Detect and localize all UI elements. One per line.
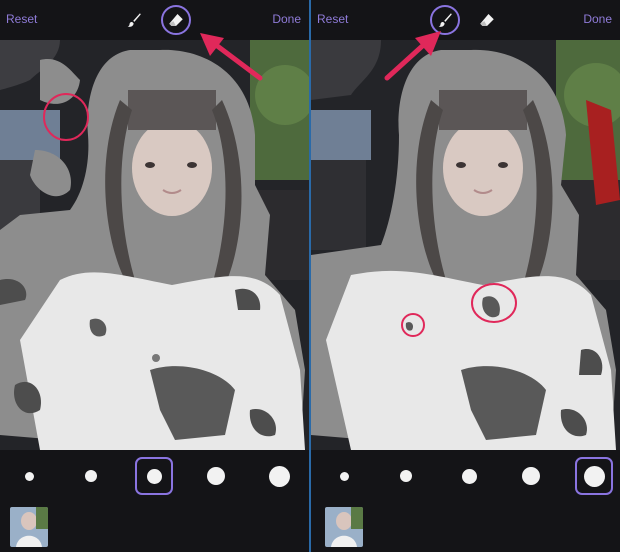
brush-icon [127, 13, 141, 27]
brush-size-option[interactable] [260, 457, 298, 495]
brush-tool-button[interactable] [119, 5, 149, 35]
brush-icon [438, 13, 452, 27]
size-1-dot [339, 471, 349, 481]
masked-photo [311, 40, 620, 450]
pointer-arrow [384, 31, 441, 81]
size-4-dot [522, 467, 540, 485]
brush-size-option-selected[interactable] [575, 457, 613, 495]
size-3-dot [146, 468, 162, 484]
reset-button[interactable]: Reset [6, 12, 37, 26]
size-4-dot [207, 467, 225, 485]
photo-thumbnail[interactable] [10, 507, 48, 547]
size-2-dot [85, 470, 97, 482]
size-2-dot [400, 470, 412, 482]
photo-canvas[interactable] [311, 40, 620, 450]
size-3-dot [461, 468, 477, 484]
brush-size-bar [0, 450, 309, 502]
brush-size-option[interactable] [325, 457, 363, 495]
size-5-dot [268, 465, 290, 487]
size-1-dot [24, 471, 34, 481]
eraser-tool-button[interactable] [472, 5, 502, 35]
pointer-arrow [200, 33, 263, 81]
eraser-icon [169, 14, 183, 26]
brush-size-option[interactable] [387, 457, 425, 495]
brush-size-option[interactable] [512, 457, 550, 495]
eraser-icon [480, 14, 494, 26]
done-button[interactable]: Done [583, 12, 612, 26]
thumbnail-bar [311, 502, 620, 552]
brush-size-option[interactable] [197, 457, 235, 495]
brush-size-bar [311, 450, 620, 502]
editor-panel-right: Reset Done [311, 0, 620, 552]
thumbnail-bar [0, 502, 309, 552]
brush-size-option-selected[interactable] [135, 457, 173, 495]
size-5-dot [583, 465, 605, 487]
eraser-tool-button[interactable] [161, 5, 191, 35]
photo-thumbnail[interactable] [325, 507, 363, 547]
done-button[interactable]: Done [272, 12, 301, 26]
brush-size-option[interactable] [10, 457, 48, 495]
brush-size-option[interactable] [450, 457, 488, 495]
editor-panel-left: Reset Done [0, 0, 309, 552]
brush-size-option[interactable] [72, 457, 110, 495]
masked-photo [0, 40, 309, 450]
reset-button[interactable]: Reset [317, 12, 348, 26]
top-bar: Reset Done [311, 0, 620, 40]
photo-canvas[interactable] [0, 40, 309, 450]
